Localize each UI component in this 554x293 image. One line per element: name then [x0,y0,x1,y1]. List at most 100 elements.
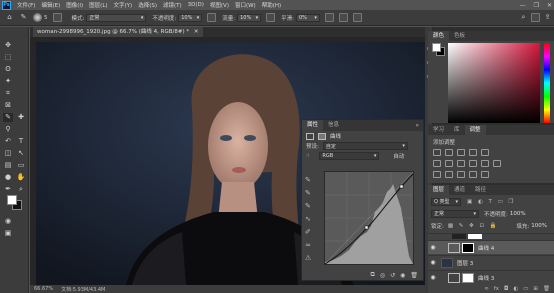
hand-tool-icon[interactable]: ✋ [16,173,26,182]
close-button[interactable]: ✕ [547,2,552,9]
link-icon[interactable]: ∞ [484,286,489,292]
eyedropper-white-icon[interactable]: ✎ [305,202,317,210]
add-mask-icon[interactable]: ◘ [504,286,508,292]
type-tool-icon[interactable]: T [16,137,26,146]
quick-select-tool-icon[interactable]: ✦ [3,77,13,86]
smoothing-input[interactable]: 0% ▾ [295,13,320,22]
smoothing-options-gear-icon[interactable] [324,13,334,22]
lock-icons[interactable]: ▩ ✎ ✥ ⊡ 🔒 [448,223,499,229]
curves-histogram[interactable] [324,171,414,265]
channel-select[interactable]: RGB ▾ [319,152,380,160]
threshold-icon[interactable] [457,171,465,178]
menu-3d[interactable]: 3D(D) [188,2,204,8]
layer-name[interactable]: 图层 3 [457,259,473,267]
levels-icon[interactable] [445,149,453,156]
tab-paths[interactable]: 路径 [470,185,491,195]
color-fg-swatch[interactable] [432,43,441,52]
brush-tool-icon[interactable]: ✎ [3,113,13,122]
menu-file[interactable]: 文件(F) [17,1,35,9]
blend-mode-select[interactable]: 正常 ▾ [431,209,479,218]
tab-learn[interactable]: 学习 [428,125,449,135]
color-picker-field[interactable] [448,43,540,123]
opacity-input[interactable]: 10% ▾ [178,13,203,22]
layer-row[interactable]: ◉ 曲线 4 [428,240,554,254]
color-balance-icon[interactable] [445,160,453,167]
pen-tool-icon[interactable]: ✒ [3,185,13,194]
curves-icon[interactable] [457,149,465,156]
preset-select[interactable]: 自定 ▾ [322,142,408,150]
share-icon[interactable]: ⇪ [543,13,552,22]
crop-tool-icon[interactable]: ⌗ [3,89,13,98]
maximize-button[interactable]: ❐ [534,2,539,9]
mask-icon[interactable] [318,132,326,140]
marquee-tool-icon[interactable]: ⬚ [3,53,13,62]
zoom-tool-icon[interactable]: ⌕ [16,185,26,194]
new-layer-icon[interactable]: ⊞ [533,286,538,292]
spot-heal-tool-icon[interactable]: ✚ [16,113,26,122]
curves-graph[interactable] [324,171,414,265]
mode-select[interactable]: 正常 ▾ [86,13,147,22]
gradient-tool-icon[interactable]: ▤ [3,161,13,170]
brush-preset-icon[interactable] [33,13,42,22]
menu-layer[interactable]: 图层(L) [89,1,107,9]
home-icon[interactable]: ⌂ [5,13,14,22]
frame-tool-icon[interactable]: ⊠ [3,101,13,110]
tab-layers[interactable]: 图层 [428,185,450,195]
fx-icon[interactable]: fx [494,286,499,292]
clip-to-layer-icon[interactable]: ⧉ [371,271,375,279]
tab-color[interactable]: 颜色 [428,31,450,41]
tab-libraries[interactable]: 库 [449,125,465,135]
path-select-tool-icon[interactable]: ↖ [16,149,26,158]
vibrance-icon[interactable] [481,149,489,156]
new-group-icon[interactable]: ▭ [523,286,528,292]
hue-slider[interactable] [544,43,550,123]
filter-icons[interactable]: ▣ ◐ T ▭ ❒ [467,199,515,205]
menu-filter[interactable]: 滤镜(T) [163,1,182,9]
layer-filter-select[interactable]: Q 类型 ▾ [431,197,461,206]
tab-info[interactable]: 信息 [323,120,344,131]
lasso-tool-icon[interactable]: ʘ [3,65,13,74]
foreground-color-swatch[interactable] [7,195,17,205]
menu-window[interactable]: 窗口(W) [235,1,256,9]
new-adjustment-icon[interactable]: ◐ [513,286,518,292]
tab-channels[interactable]: 通道 [449,185,470,195]
menu-help[interactable]: 帮助(H) [262,1,281,9]
delete-layer-icon[interactable]: 🗑 [543,286,550,292]
workspace-icon[interactable] [531,13,540,22]
fill-value[interactable]: 100% [531,223,547,229]
flow-input[interactable]: 10% ▾ [237,13,262,22]
layer-visibility-eye-icon[interactable]: ◉ [428,259,438,266]
pressure-opacity-icon[interactable] [207,13,217,22]
close-tab-icon[interactable]: ✕ [194,29,199,35]
layer-opacity-value[interactable]: 100% [510,211,526,217]
layer-visibility-eye-icon[interactable]: ◉ [428,244,438,251]
minimize-button[interactable]: — [520,2,526,9]
eyedropper-gray-icon[interactable]: ✎ [305,189,317,197]
selective-color-icon[interactable] [469,171,477,178]
menu-select[interactable]: 选择(S) [138,1,157,9]
exposure-icon[interactable] [469,149,477,156]
airbrush-icon[interactable] [266,13,276,22]
move-tool-icon[interactable]: ✥ [3,41,13,50]
hue-sat-icon[interactable] [433,160,441,167]
layer-row-clipped[interactable] [428,233,554,239]
tab-properties[interactable]: 属性 [302,120,324,131]
menu-image[interactable]: 图像(I) [66,1,83,9]
target-adjust-icon[interactable]: ☝ [306,153,309,159]
symmetry-icon[interactable] [352,13,362,22]
search-icon[interactable]: ⌕ [519,13,528,22]
view-previous-icon[interactable]: ◎ [380,272,385,279]
black-white-icon[interactable] [457,160,465,167]
zoom-level[interactable]: 66.67% [34,286,53,292]
photo-filter-icon[interactable] [469,160,477,167]
brush-settings-icon[interactable] [52,13,62,22]
brightness-icon[interactable] [433,149,441,156]
invert-icon[interactable] [433,171,441,178]
history-brush-tool-icon[interactable]: ↶ [3,137,13,146]
brush-tool-icon[interactable]: ✎ [19,13,28,22]
document-tab[interactable]: woman-2998996_1920.jpg @ 66.7% (曲线 4, RG… [33,27,203,37]
tab-swatches[interactable]: 色板 [449,31,470,41]
smooth-curve-icon[interactable]: ≈ [305,241,317,249]
channel-mixer-icon[interactable] [481,160,489,167]
clone-stamp-tool-icon[interactable]: ⚲ [3,125,13,134]
